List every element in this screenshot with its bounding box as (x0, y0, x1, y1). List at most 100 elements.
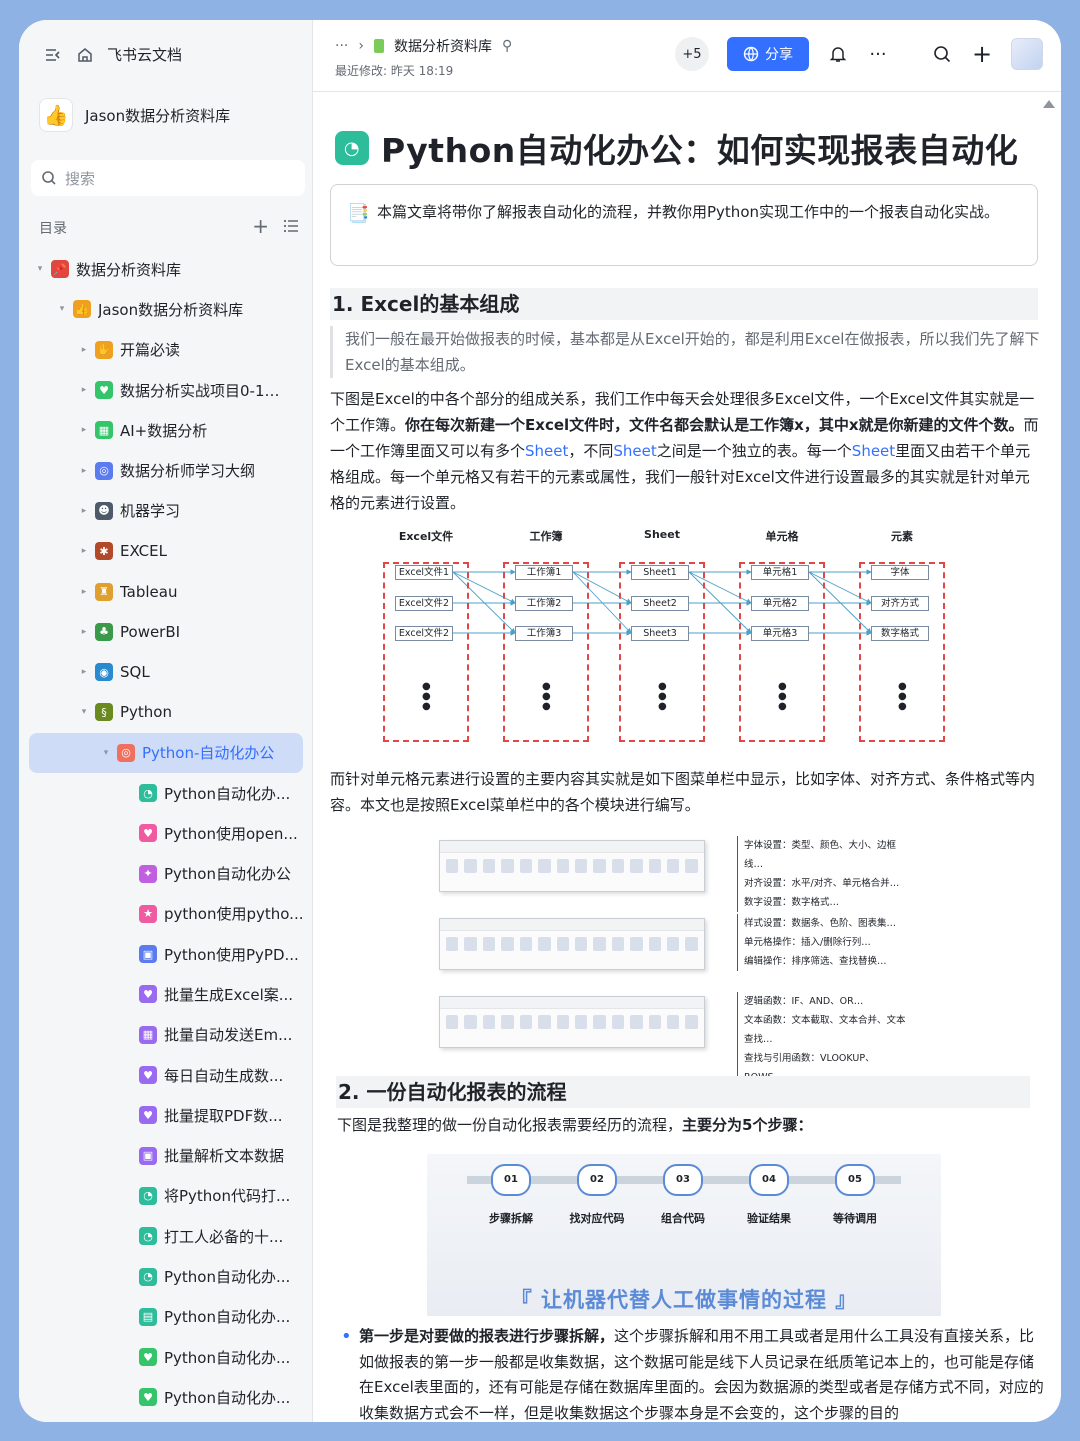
sidebar-item[interactable]: ▸ ♣ PowerBI (19, 612, 313, 652)
collaborators-count[interactable]: +5 (675, 37, 709, 71)
search-icon (42, 171, 56, 185)
bell-icon[interactable] (827, 43, 849, 65)
search-icon[interactable] (931, 43, 953, 65)
caret-right-icon[interactable]: ▸ (77, 546, 91, 556)
ribbon-tool-icon (464, 937, 477, 951)
sidebar-item[interactable]: ▾ ◎ Python-自动化办公 (29, 732, 303, 773)
sidebar-item[interactable]: ▸ ◉ SQL (19, 652, 313, 692)
grid-doc-icon: ▦ (139, 1025, 157, 1044)
thumbs-up-icon: 👍 (73, 300, 91, 319)
step-label: 等待调用 (833, 1212, 877, 1225)
home-icon[interactable] (75, 45, 95, 65)
list-view-icon[interactable] (283, 218, 299, 238)
ribbon-tool-icon (574, 859, 588, 873)
sidebar-item[interactable]: ◔ 打工人必备的十... (19, 1216, 313, 1256)
caret-down-icon[interactable]: ▾ (77, 707, 91, 717)
ribbon-tool-icon (630, 1015, 643, 1029)
share-button[interactable]: 分享 (727, 37, 809, 71)
caret-right-icon[interactable]: ▸ (77, 587, 91, 597)
sidebar-item-label: Python自动化办... (164, 1308, 291, 1327)
ribbon-tool-icon (667, 937, 680, 951)
collapse-sidebar-icon[interactable] (43, 45, 63, 65)
sidebar-item[interactable]: ▸ ✱ EXCEL (19, 531, 313, 571)
caret-right-icon[interactable]: ▸ (77, 345, 91, 355)
breadcrumb-item[interactable]: 数据分析资料库 (394, 36, 492, 56)
step-number: 04 (749, 1164, 789, 1196)
diagram-node: 工作簿1 (515, 565, 573, 580)
sidebar-item[interactable]: ✦ Python自动化办公 (19, 853, 313, 893)
sidebar-item-label: Python自动化办... (164, 1348, 291, 1367)
document-body: ◔ Python自动化办公：如何实现报表自动化 📑 本篇文章将带你了解报表自动化… (313, 92, 1061, 1422)
memo-icon: 📑 (347, 203, 370, 224)
caret-right-icon[interactable]: ▸ (77, 667, 91, 677)
more-icon[interactable]: ··· (867, 43, 889, 65)
diagram-column (503, 562, 589, 742)
diagram-node: 单元格2 (751, 596, 809, 611)
sidebar-item[interactable]: ♥ Python自动化办... (19, 1377, 313, 1417)
sidebar-item[interactable]: ◔ 将Python代码打... (19, 1176, 313, 1216)
caret-right-icon[interactable]: ▸ (77, 506, 91, 516)
doc-icon (373, 39, 384, 53)
sidebar-item-label: 机器学习 (120, 502, 181, 521)
sidebar-item[interactable]: ▣ 批量解析文本数据 (19, 1136, 313, 1176)
ellipsis-icon: ● ● ● (422, 681, 431, 712)
app-title[interactable]: 飞书云文档 (107, 44, 182, 65)
add-icon[interactable]: + (252, 216, 269, 238)
sheet-term: Sheet (613, 442, 657, 460)
caret-right-icon[interactable]: ▸ (77, 627, 91, 637)
sidebar-item[interactable]: ▸ ☻ 机器学习 (19, 491, 313, 531)
sidebar-item-label: Python-自动化办公 (142, 744, 275, 763)
sidebar-item[interactable]: ▸ ♥ 数据分析实战项目0-1搭... (19, 370, 313, 410)
sidebar-item[interactable]: ♥ Python使用open... (19, 813, 313, 853)
sidebar-item[interactable]: ◔ Python自动化办... (19, 773, 313, 813)
ribbon-tool-icon (685, 859, 698, 873)
snake-icon: § (95, 703, 113, 722)
sidebar-item[interactable]: ◔ Python自动化办... (19, 1256, 313, 1296)
sidebar-item[interactable]: ♥ 批量提取PDF数... (19, 1095, 313, 1135)
sidebar-item[interactable]: ▦ 批量自动发送Em... (19, 1015, 313, 1055)
avatar[interactable] (1011, 38, 1043, 70)
diagram-column (859, 562, 945, 742)
caret-down-icon[interactable]: ▾ (33, 264, 47, 274)
ribbon-tool-icon (648, 1015, 662, 1029)
sidebar-item[interactable]: ▸ ♜ Tableau (19, 571, 313, 611)
ribbon-tool-icon (630, 859, 643, 873)
sidebar-item[interactable]: ▸ ◎ 数据分析师学习大纲 (19, 450, 313, 490)
ribbon-tool-icon (519, 859, 533, 873)
heart-doc-icon: ♥ (139, 824, 157, 843)
caret-right-icon[interactable]: ▸ (77, 425, 91, 435)
sidebar-item[interactable]: ★ python使用pytho... (19, 894, 313, 934)
caret-down-icon[interactable]: ▾ (55, 304, 69, 314)
pin-icon[interactable]: ⚲ (502, 38, 512, 54)
add-icon[interactable]: + (971, 40, 993, 68)
gauge-doc-icon[interactable]: ◔ (335, 131, 369, 165)
step-label: 步骤拆解 (489, 1212, 533, 1225)
sidebar-item[interactable]: ▸ ✋ 开篇必读 (19, 330, 313, 370)
callout: 📑 本篇文章将带你了解报表自动化的流程，并教你用Python实现工作中的一个报表… (330, 184, 1038, 266)
grid-doc-icon: ▦ (95, 421, 113, 440)
sidebar-item[interactable]: ▣ Python使用PyPD... (19, 934, 313, 974)
space-header[interactable]: 👍 Jason数据分析资料库 (39, 98, 230, 132)
bullet-bold: 第一步是对要做的报表进行步骤拆解， (359, 1327, 615, 1345)
sidebar-item[interactable]: ▸ ▦ AI+数据分析 (19, 410, 313, 450)
sidebar-item[interactable]: ♥ Python自动化办... (19, 1337, 313, 1377)
caret-right-icon[interactable]: ▸ (77, 385, 91, 395)
sidebar-item[interactable]: ▤ Python自动化办... (19, 1297, 313, 1337)
sidebar-item[interactable]: ▾ § Python (19, 692, 313, 732)
sidebar-item[interactable]: ♥ 每日自动生成数... (19, 1055, 313, 1095)
sidebar-item[interactable]: ▾ 📌 数据分析资料库 (19, 249, 313, 289)
search-placeholder: 搜索 (65, 169, 96, 188)
search-input[interactable]: 搜索 (31, 160, 305, 196)
diagram-node: Excel文件2 (395, 596, 453, 611)
ribbon-tool-icon (630, 937, 643, 951)
sidebar-item[interactable]: ▾ 👍 Jason数据分析资料库 (19, 289, 313, 329)
more-crumbs-button[interactable]: ··· (335, 38, 348, 54)
sidebar-item[interactable]: ♥ 批量生成Excel案... (19, 974, 313, 1014)
caret-right-icon[interactable]: ▸ (77, 466, 91, 476)
diagram-node: Sheet1 (631, 565, 689, 580)
scroll-up-icon[interactable] (1043, 100, 1055, 108)
ribbon-tool-icon (538, 937, 551, 951)
paragraph-2: 而针对单元格元素进行设置的主要内容其实就是如下图菜单栏中显示，比如字体、对齐方式… (330, 770, 1036, 814)
caret-down-icon[interactable]: ▾ (99, 748, 113, 758)
diagram-node: 单元格3 (751, 626, 809, 641)
